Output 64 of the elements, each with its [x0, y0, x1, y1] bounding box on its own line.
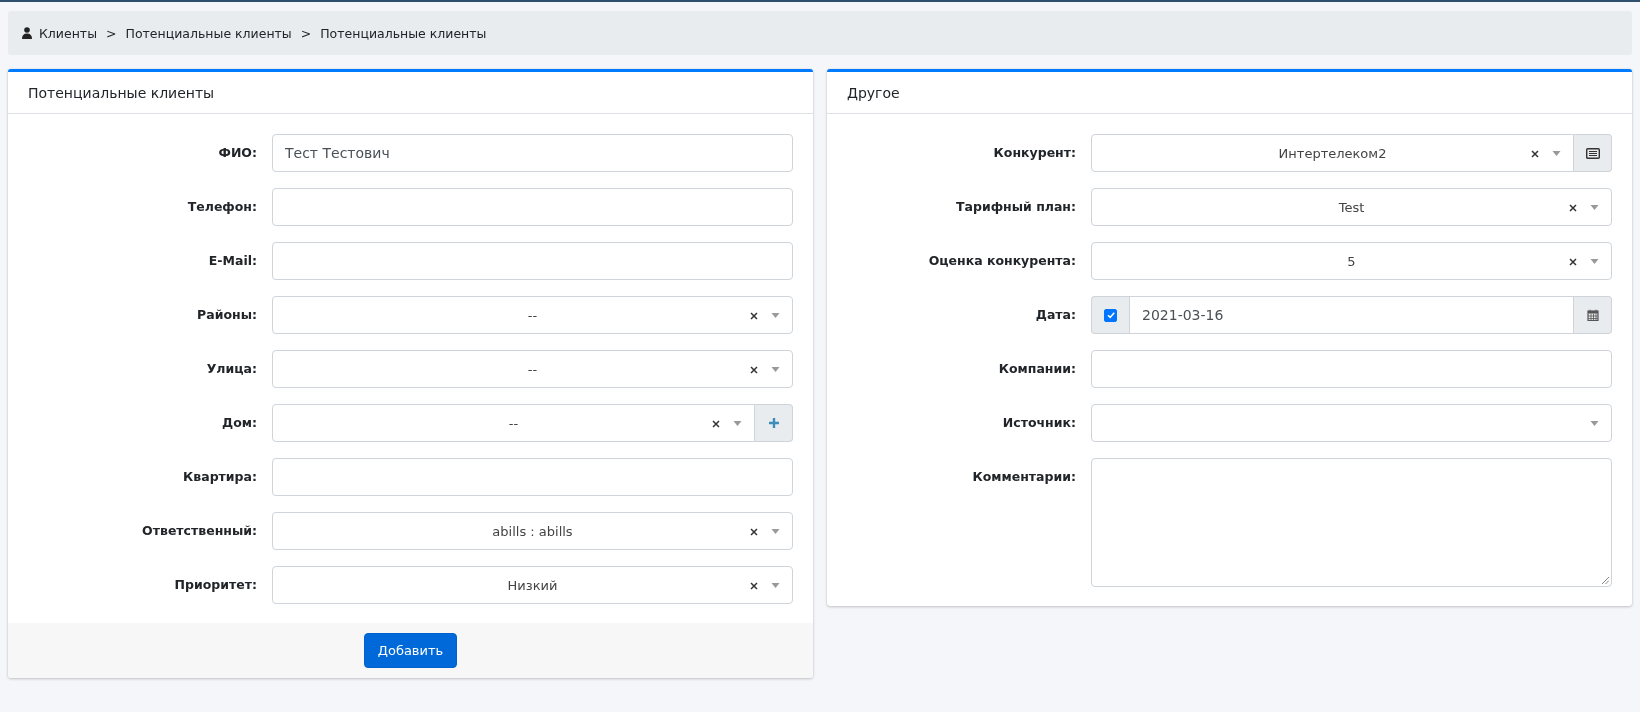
caret-icon: [733, 421, 742, 426]
clear-icon[interactable]: [1569, 258, 1577, 266]
field-label: Телефон:: [186, 198, 258, 214]
field-label: Районы:: [196, 306, 258, 322]
text-input[interactable]: [1091, 350, 1612, 388]
field-label: Тарифный план:: [955, 198, 1077, 214]
caret-icon: [1590, 205, 1599, 210]
select-dropdown[interactable]: Test: [1091, 188, 1612, 226]
select-dropdown[interactable]: Низкий: [272, 566, 793, 604]
add-button[interactable]: Добавить: [363, 633, 458, 668]
add-button[interactable]: [755, 404, 793, 442]
date-input[interactable]: 2021-03-16: [1129, 296, 1574, 334]
field-label: Квартира:: [182, 468, 258, 484]
caret-icon: [771, 529, 780, 534]
field-label: E-Mail:: [207, 252, 258, 268]
calendar-button[interactable]: [1574, 296, 1612, 334]
field-label: Компании:: [997, 360, 1077, 376]
field-label: Источник:: [1001, 414, 1077, 430]
field-label: Приоритет:: [173, 576, 258, 592]
field-label: Ответственный:: [141, 522, 258, 538]
clear-icon[interactable]: [750, 312, 758, 320]
breadcrumb-separator: >: [300, 25, 312, 41]
checkbox[interactable]: [1104, 308, 1117, 322]
clear-icon[interactable]: [750, 582, 758, 590]
caret-icon: [771, 583, 780, 588]
card-title: Потенциальные клиенты: [28, 84, 215, 101]
breadcrumb-link[interactable]: Клиенты: [39, 25, 97, 41]
text-input[interactable]: [272, 188, 793, 226]
clear-icon[interactable]: [750, 366, 758, 374]
breadcrumb-separator: >: [106, 25, 117, 41]
field-label: Оценка конкурента:: [927, 252, 1077, 268]
select-dropdown[interactable]: --: [272, 296, 793, 334]
caret-icon: [771, 367, 780, 372]
breadcrumb-link[interactable]: Потенциальные клиенты: [320, 25, 487, 41]
field-label: Дата:: [1034, 306, 1077, 322]
caret-icon: [1552, 151, 1561, 156]
card-title: Другое: [847, 84, 900, 101]
caret-icon: [771, 313, 780, 318]
field-label: ФИО:: [217, 144, 258, 160]
caret-icon: [1590, 421, 1599, 426]
select-dropdown[interactable]: --: [272, 404, 755, 442]
field-label: Комментарии:: [971, 468, 1077, 484]
select-dropdown[interactable]: --: [272, 350, 793, 388]
clear-icon[interactable]: [712, 420, 720, 428]
field-label: Конкурент:: [992, 144, 1077, 160]
clear-icon[interactable]: [1531, 150, 1539, 158]
breadcrumb-link[interactable]: Потенциальные клиенты: [125, 25, 292, 41]
select-dropdown[interactable]: 5: [1091, 242, 1612, 280]
clear-icon[interactable]: [750, 528, 758, 536]
field-label: Улица:: [205, 360, 258, 376]
list-icon: [1585, 147, 1600, 159]
calendar-icon: [1586, 309, 1599, 321]
plus-icon: [767, 417, 780, 429]
caret-icon: [1590, 259, 1599, 264]
select-dropdown[interactable]: Интертелеком2: [1091, 134, 1574, 172]
list-button[interactable]: [1574, 134, 1612, 172]
clear-icon[interactable]: [1569, 204, 1577, 212]
field-label: Дом:: [221, 414, 258, 430]
text-input[interactable]: Тест Тестович: [272, 134, 793, 172]
user-icon: [22, 27, 32, 39]
text-input[interactable]: [272, 458, 793, 496]
text-input[interactable]: [272, 242, 793, 280]
resize-grip-icon: [1601, 576, 1609, 584]
select-dropdown[interactable]: abills : abills: [272, 512, 793, 550]
